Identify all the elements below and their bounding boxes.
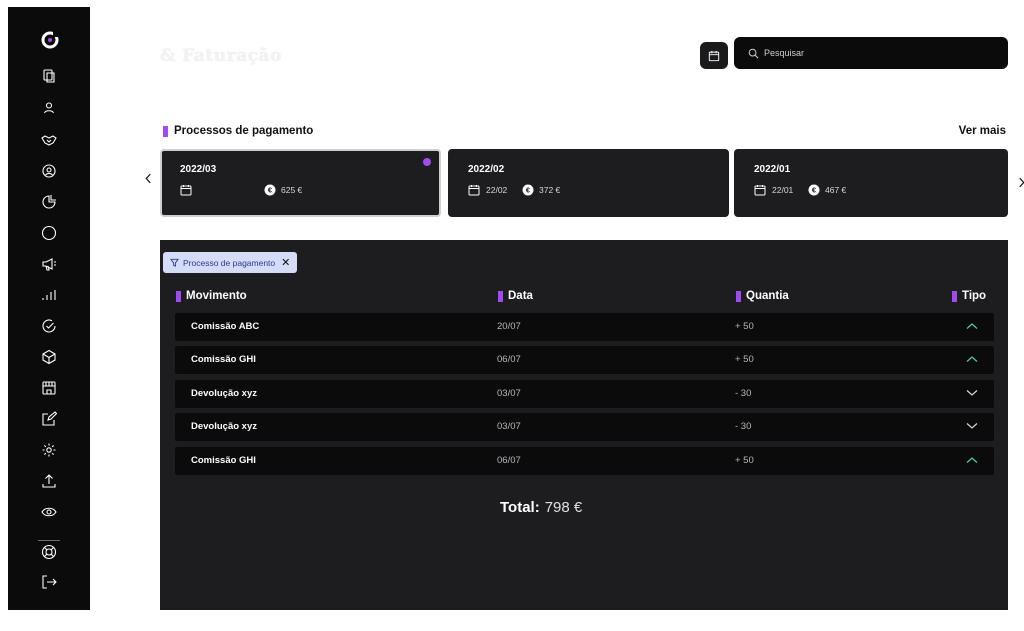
calendar-icon (708, 50, 720, 61)
signal-bars-icon[interactable] (41, 287, 57, 303)
column-marker (176, 290, 181, 302)
column-marker (952, 290, 957, 302)
date-cell: 06/07 (497, 455, 521, 466)
amount-cell: - 30 (735, 388, 752, 399)
card-date: 22/02 (486, 185, 508, 195)
column-marker (736, 290, 741, 302)
column-header-data[interactable]: Data (498, 290, 533, 302)
total-value: 798 € (544, 499, 583, 516)
calendar-icon (180, 185, 192, 196)
column-label: Quantia (746, 290, 789, 302)
filter-chip[interactable]: Processo de pagamento ✕ (163, 252, 298, 273)
calendar-icon (468, 185, 480, 196)
chevron-up-icon (966, 323, 978, 329)
logout-icon[interactable] (41, 574, 57, 590)
page-title: & Faturação (160, 46, 282, 66)
megaphone-icon[interactable] (41, 256, 57, 272)
movement-cell: Devolução xyz (191, 388, 257, 399)
carousel-prev-button[interactable] (142, 171, 154, 187)
filter-icon (170, 258, 179, 267)
table-row[interactable]: Comissão GHI 06/07 + 50 (175, 447, 994, 475)
amount-cell: + 50 (735, 455, 754, 466)
euro-icon: € (522, 184, 534, 196)
card-period: 2022/02 (468, 164, 505, 175)
chevron-up-icon (966, 356, 978, 362)
column-marker (498, 290, 503, 302)
column-header-quantia[interactable]: Quantia (736, 290, 789, 302)
amount-cell: + 50 (735, 321, 754, 332)
payment-card[interactable]: 2022/03 € 625 € (160, 149, 441, 217)
date-cell: 06/07 (497, 354, 521, 365)
user-icon[interactable] (41, 100, 57, 116)
movement-cell: Comissão GHI (191, 354, 256, 365)
payment-card[interactable]: 2022/01 22/01 € 467 € (734, 149, 1008, 217)
column-header-movimento[interactable]: Movimento (176, 290, 247, 302)
eye-icon[interactable] (41, 504, 57, 520)
column-label: Tipo (962, 290, 987, 302)
calendar-icon (754, 185, 766, 196)
card-amount: 372 € (539, 185, 561, 195)
carousel-next-button[interactable] (1015, 175, 1024, 191)
payments-section-title: Processos de pagamento (163, 125, 313, 137)
amount-cell: + 50 (735, 354, 754, 365)
column-label: Movimento (186, 290, 247, 302)
search-bar (734, 37, 1008, 69)
settings-icon[interactable] (41, 442, 57, 458)
table-row[interactable]: Devolução xyz 03/07 - 30 (175, 380, 994, 408)
total-label: Total: (500, 499, 540, 516)
search-input[interactable] (764, 48, 984, 58)
card-date: 22/01 (772, 185, 794, 195)
euro-icon: € (808, 184, 820, 196)
card-period: 2022/01 (754, 164, 791, 175)
store-icon[interactable] (41, 380, 57, 396)
edit-icon[interactable] (41, 411, 57, 427)
card-amount: 625 € (281, 185, 303, 195)
table-row[interactable]: Devolução xyz 03/07 - 30 (175, 413, 994, 441)
date-cell: 20/07 (497, 321, 521, 332)
chevron-left-icon (144, 173, 151, 184)
section-marker (163, 125, 168, 137)
user-search-icon[interactable] (41, 163, 57, 179)
check-circle-icon[interactable] (41, 318, 57, 334)
movement-cell: Comissão GHI (191, 455, 256, 466)
active-indicator (423, 158, 431, 166)
close-icon[interactable]: ✕ (281, 256, 290, 269)
date-cell: 03/07 (497, 388, 521, 399)
chevron-down-icon (966, 423, 978, 429)
euro-icon: € (264, 184, 276, 196)
movement-cell: Comissão ABC (191, 321, 260, 332)
payment-card[interactable]: 2022/02 22/02 € 372 € (448, 149, 729, 217)
card-amount: 467 € (825, 185, 847, 195)
payments-title-text: Processos de pagamento (174, 125, 314, 137)
total: Total: 798 € (500, 499, 582, 516)
filter-chip-label: Processo de pagamento (183, 257, 276, 268)
chevron-up-icon (966, 457, 978, 463)
movements-panel: Processo de pagamento ✕ Movimento Data Q… (160, 240, 1008, 610)
column-header-tipo[interactable]: Tipo (952, 290, 986, 302)
search-icon (748, 48, 759, 58)
sidebar (8, 7, 90, 610)
calendar-button[interactable] (700, 42, 728, 69)
pie-chart-icon[interactable] (41, 194, 57, 210)
support-icon[interactable] (41, 544, 57, 560)
card-period: 2022/03 (180, 164, 217, 175)
circle-icon[interactable] (41, 225, 57, 241)
sidebar-divider (38, 540, 60, 541)
date-cell: 03/07 (497, 421, 521, 432)
brand-logo[interactable] (40, 30, 60, 50)
movement-cell: Devolução xyz (191, 421, 257, 432)
table-row[interactable]: Comissão ABC 20/07 + 50 (175, 313, 994, 341)
chevron-right-icon (1018, 177, 1024, 188)
column-label: Data (508, 290, 533, 302)
handshake-icon[interactable] (41, 132, 57, 148)
table-row[interactable]: Comissão GHI 06/07 + 50 (175, 346, 994, 374)
documents-icon[interactable] (41, 68, 57, 84)
chevron-down-icon (966, 390, 978, 396)
see-more-link[interactable]: Ver mais (959, 125, 1006, 137)
box-icon[interactable] (41, 349, 57, 365)
upload-icon[interactable] (41, 473, 57, 489)
amount-cell: - 30 (735, 421, 752, 432)
